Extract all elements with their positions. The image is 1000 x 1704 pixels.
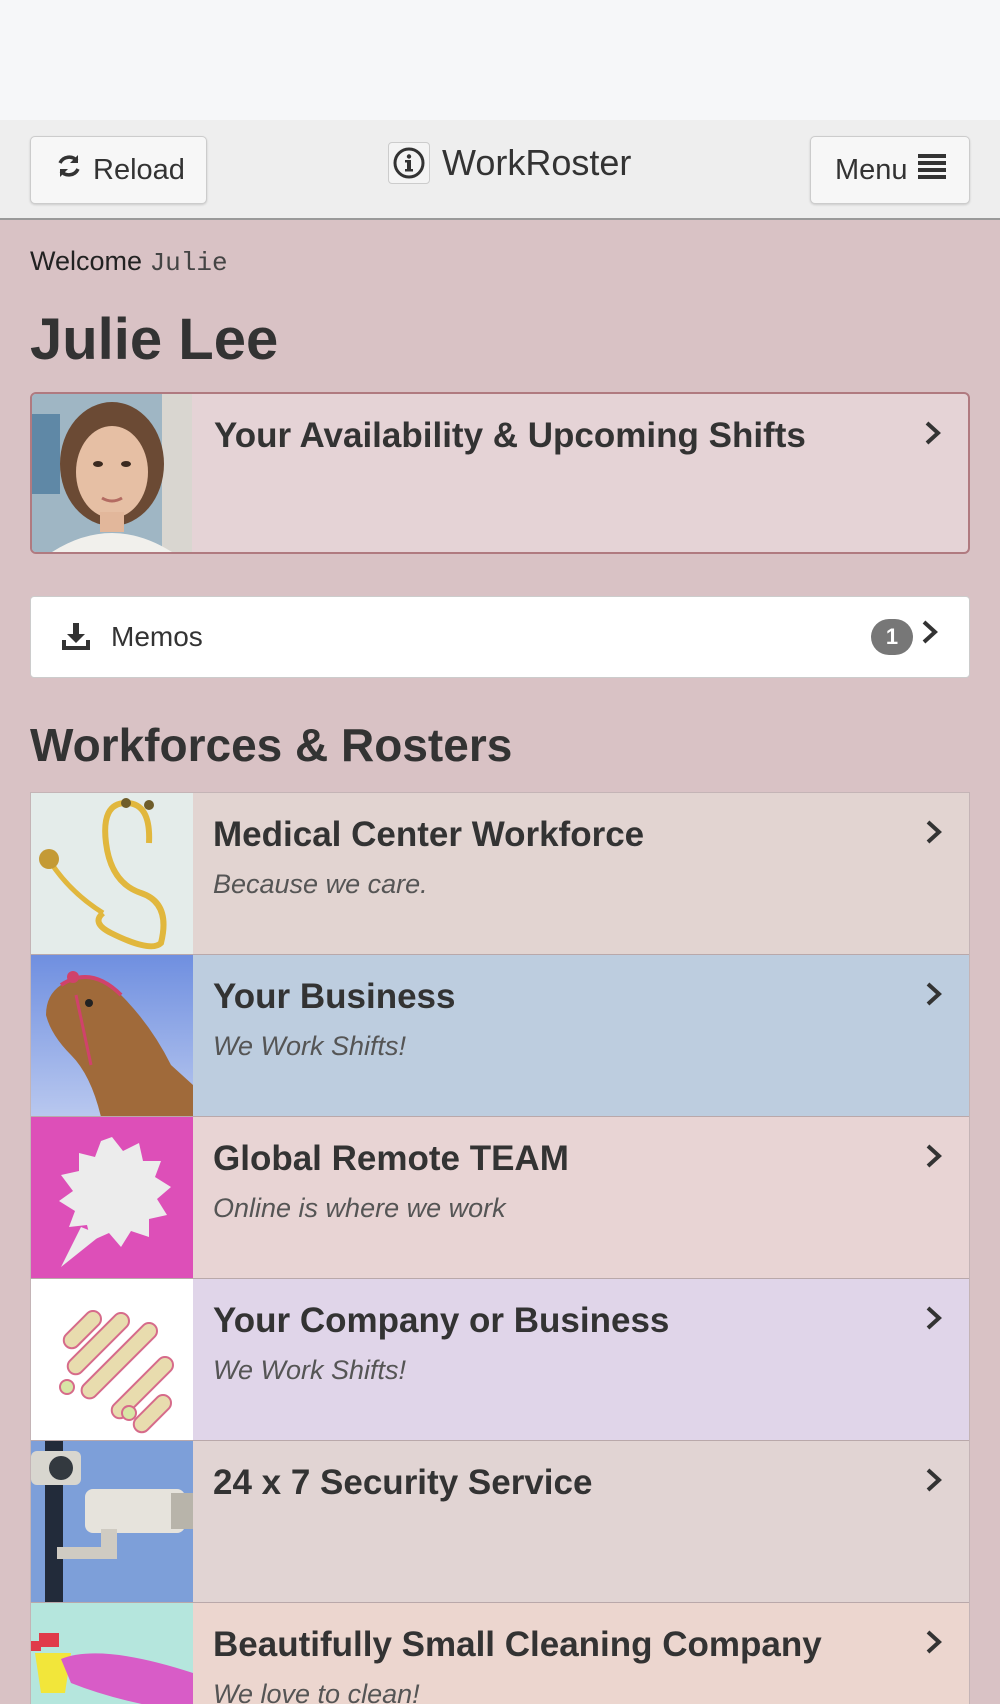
chevron-right-icon [921, 619, 939, 650]
camel-image [31, 955, 193, 1116]
roster-subtitle: Online is where we work [213, 1193, 506, 1223]
roster-subtitle: We Work Shifts! [213, 1031, 407, 1061]
roster-item[interactable]: Medical Center Workforce Because we care… [31, 793, 969, 955]
download-icon [61, 621, 91, 656]
roster-title: Medical Center Workforce [213, 815, 645, 854]
app-title: WorkRoster [442, 142, 632, 183]
roster-list: Medical Center Workforce Because we care… [30, 792, 970, 1704]
section-title: Workforces & Rosters [30, 719, 513, 771]
browser-top-area [0, 0, 1000, 120]
chevron-right-icon [924, 420, 942, 451]
welcome-prefix: Welcome [30, 246, 143, 276]
roster-item[interactable]: Your Company or Business We Work Shifts! [31, 1279, 969, 1441]
cleaning-spray-image [31, 1603, 193, 1704]
speech-bubble-image [31, 1117, 193, 1278]
chevron-right-icon [925, 981, 943, 1012]
roster-subtitle: We Work Shifts! [213, 1355, 407, 1385]
availability-title: Your Availability & Upcoming Shifts [214, 416, 806, 455]
chevron-right-icon [925, 1629, 943, 1660]
chevron-right-icon [925, 1143, 943, 1174]
roster-title: Your Company or Business [213, 1301, 670, 1340]
memos-count-badge: 1 [871, 619, 913, 655]
menu-label: Menu [835, 153, 908, 186]
roster-subtitle: We love to clean! [213, 1679, 420, 1704]
reload-label: Reload [93, 153, 185, 186]
stethoscope-image [31, 793, 193, 954]
welcome-username: Julie [149, 248, 228, 278]
chevron-right-icon [925, 1467, 943, 1498]
roster-title: Global Remote TEAM [213, 1139, 569, 1178]
roster-title: Your Business [213, 977, 456, 1016]
info-icon[interactable] [388, 142, 430, 184]
page-title: Julie Lee [30, 307, 279, 372]
memos-item[interactable]: Memos 1 [30, 596, 970, 678]
app-brand[interactable]: WorkRoster [388, 142, 631, 184]
refresh-icon [55, 152, 83, 188]
roster-title: 24 x 7 Security Service [213, 1463, 593, 1502]
memos-label: Memos [111, 621, 203, 652]
roster-item[interactable]: 24 x 7 Security Service [31, 1441, 969, 1603]
roster-title: Beautifully Small Cleaning Company [213, 1625, 822, 1664]
roster-item[interactable]: Beautifully Small Cleaning Company We lo… [31, 1603, 969, 1704]
chevron-right-icon [925, 1305, 943, 1336]
welcome-line: Welcome Julie [30, 246, 228, 278]
top-navbar: Reload WorkRoster Menu [0, 120, 1000, 220]
profile-photo [32, 394, 192, 552]
security-camera-image [31, 1441, 193, 1602]
stripes-logo-image [31, 1279, 193, 1440]
menu-button[interactable]: Menu [810, 136, 970, 204]
roster-subtitle: Because we care. [213, 869, 428, 899]
roster-item[interactable]: Your Business We Work Shifts! [31, 955, 969, 1117]
roster-item[interactable]: Global Remote TEAM Online is where we wo… [31, 1117, 969, 1279]
chevron-right-icon [925, 819, 943, 850]
reload-button[interactable]: Reload [30, 136, 207, 204]
availability-card[interactable]: Your Availability & Upcoming Shifts [30, 392, 970, 554]
hamburger-icon [917, 153, 946, 187]
